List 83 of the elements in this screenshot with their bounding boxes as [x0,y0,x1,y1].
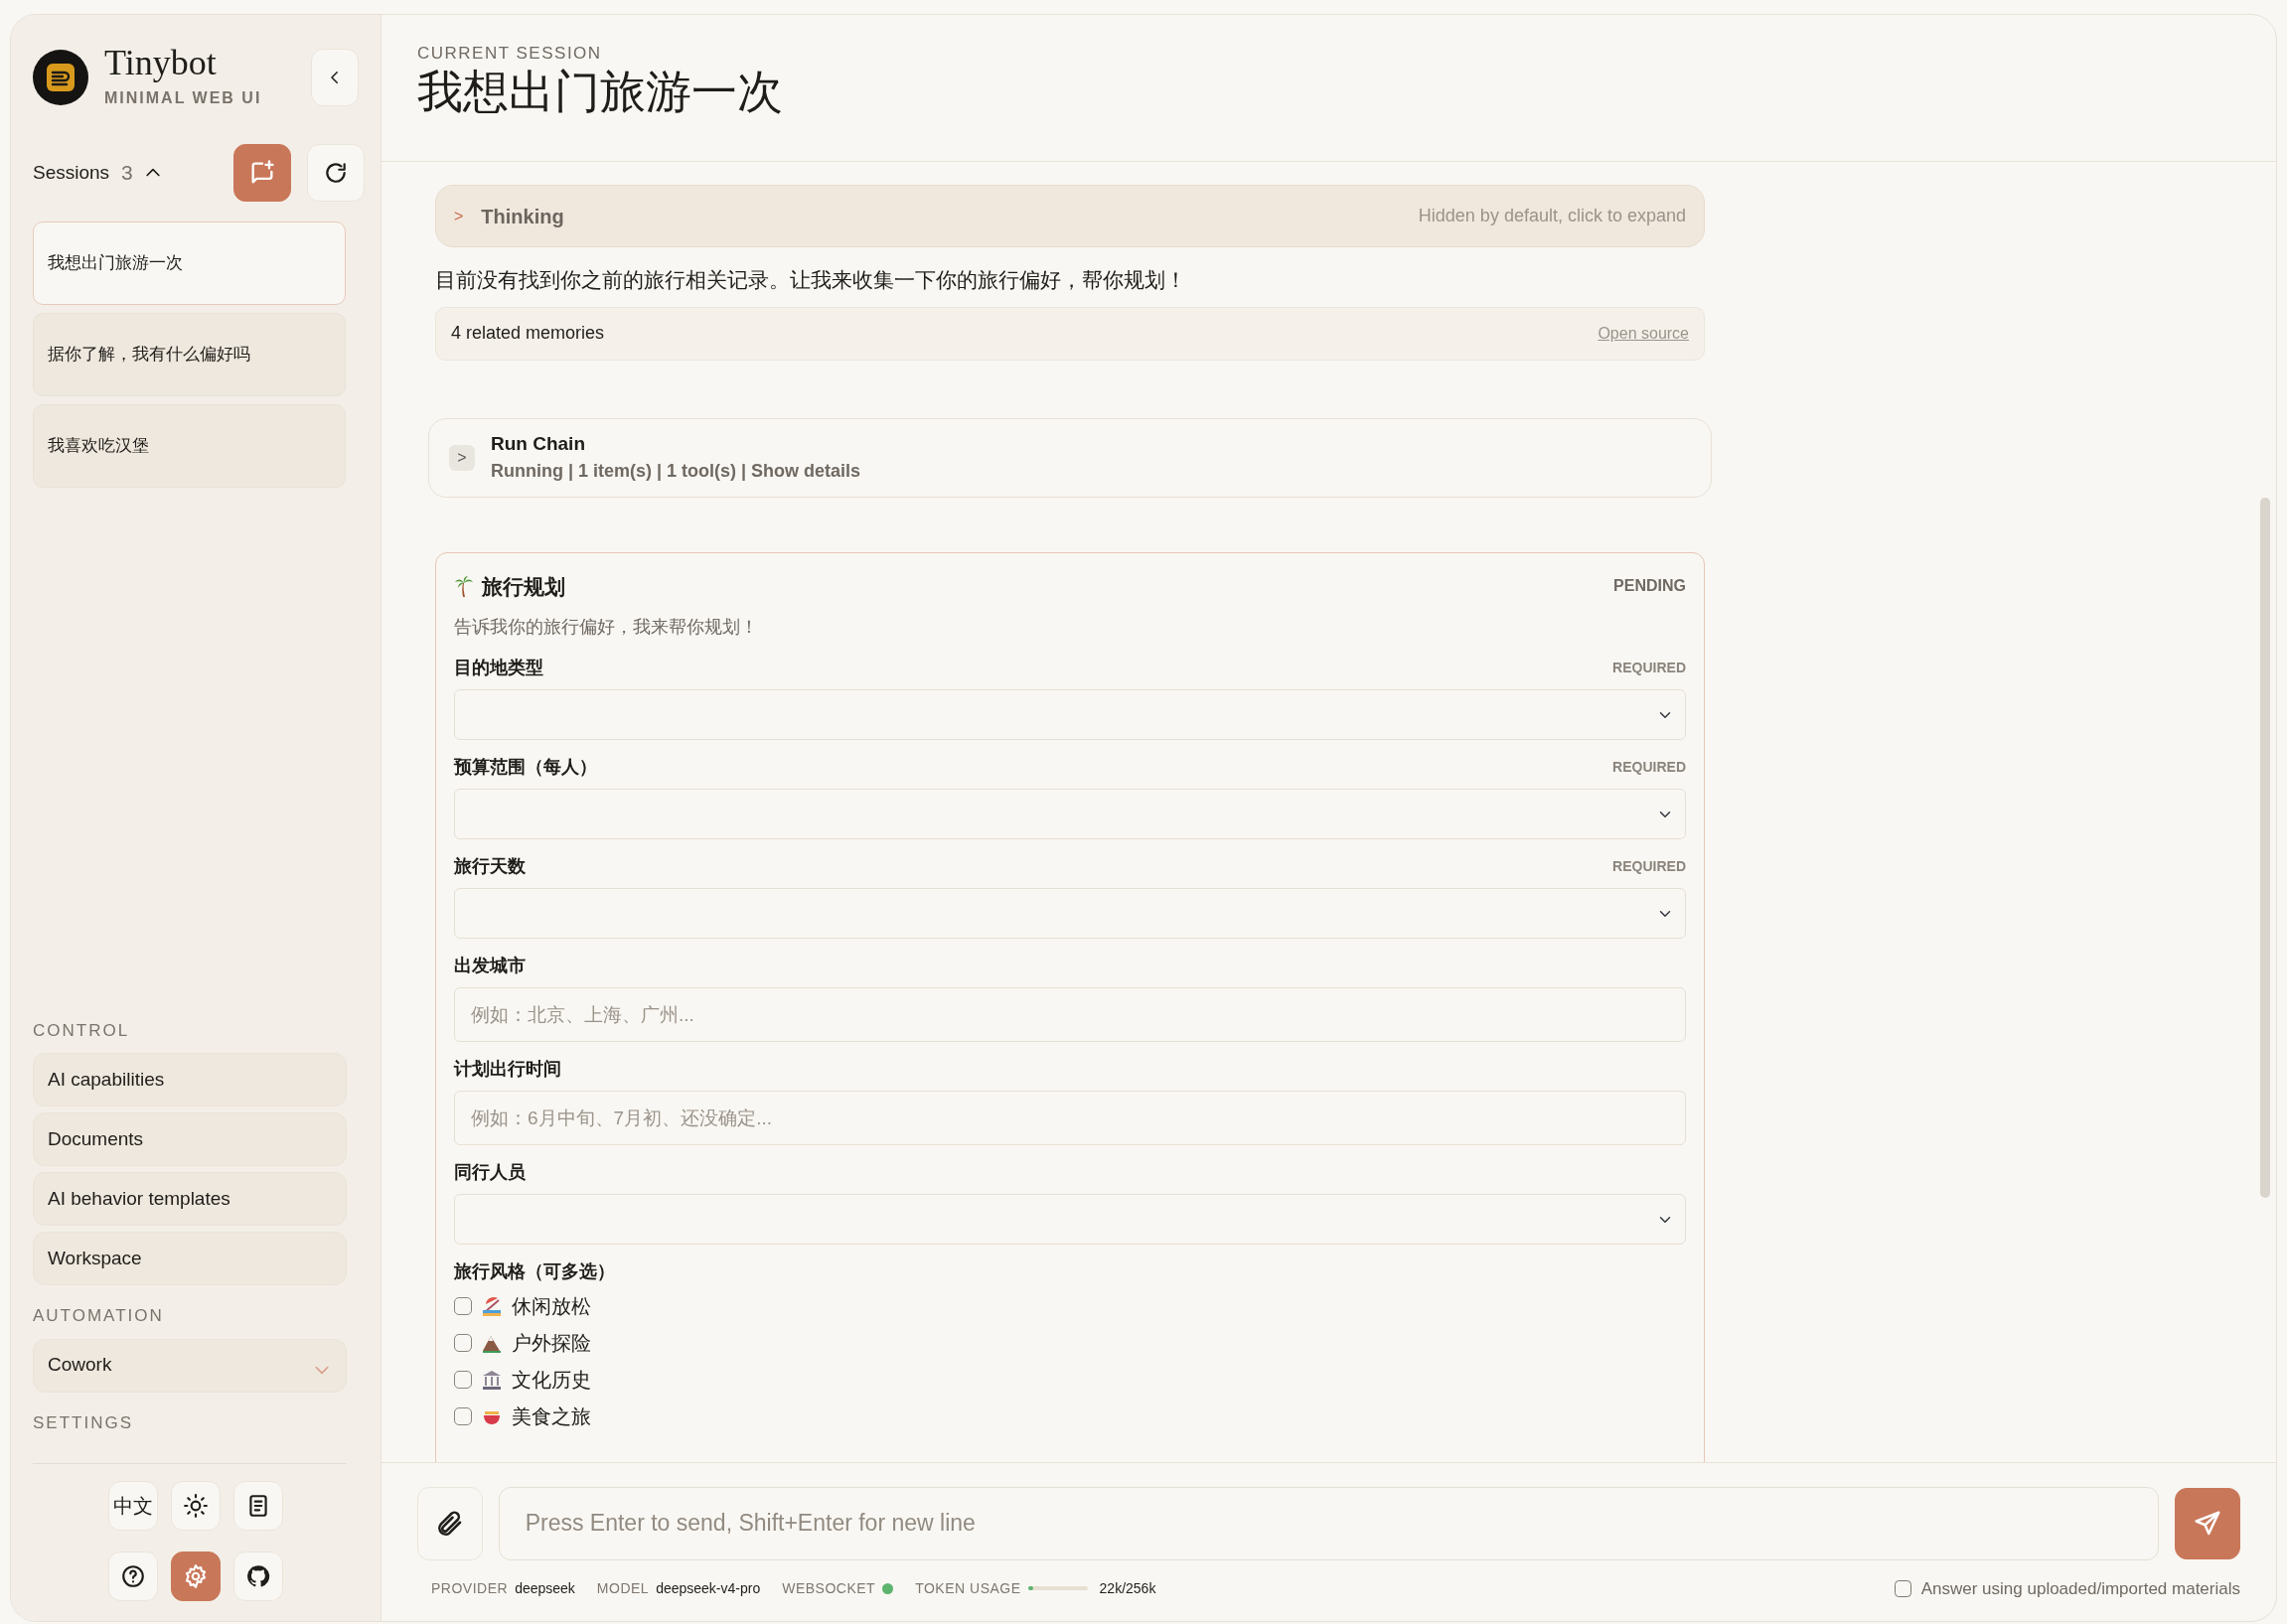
app-subtitle: MINIMAL WEB UI [104,88,262,108]
section-heading: CONTROL [33,1019,131,1042]
checkbox[interactable] [454,1296,472,1315]
thinking-panel[interactable]: > Thinking Hidden by default, click to expand [435,185,1705,247]
status-label: WEBSOCKET [782,1578,876,1598]
expand-button[interactable]: > [449,444,475,471]
checkbox[interactable] [1894,1579,1911,1597]
sun-icon [183,1493,209,1519]
dropdown-field[interactable] [454,789,1686,840]
palm-tree-icon [454,575,474,598]
sessions-label: Sessions [33,160,110,185]
option-label: 休闲放松 [512,1293,591,1319]
run-chain-status: Running | 1 item(s) | 1 tool(s) | Show details [491,460,861,484]
app-name: Tinybot [104,45,218,80]
logo-icon [33,50,88,105]
text-field[interactable]: 例如：6月中旬、7月初、还没确定... [454,1091,1686,1146]
field-label: 旅行风格（可多选） [454,1260,615,1284]
section-label: CURRENT SESSION [417,43,603,65]
checkbox[interactable] [454,1333,472,1352]
cat-icon [245,1563,271,1589]
thinking-label: Thinking [481,204,564,229]
theme-button[interactable] [171,1481,221,1531]
memories-label: 4 related memories [451,322,605,346]
github-button[interactable] [233,1551,283,1601]
help-icon [120,1563,146,1589]
option-icon [482,1368,502,1391]
option-label: 户外探险 [512,1330,591,1356]
nav-item[interactable]: AI capabilities [33,1053,347,1107]
settings-button[interactable] [171,1551,221,1601]
section-heading: SETTINGS [33,1411,134,1434]
settings-icon [183,1563,209,1589]
refresh-icon [323,160,349,186]
option-label: 美食之旅 [512,1403,591,1429]
status-label: MODEL [596,1578,650,1598]
dropdown-field[interactable] [454,1194,1686,1246]
refresh-button[interactable] [307,144,365,202]
new-session-button[interactable] [233,144,291,202]
form-description: 告诉我你的旅行偏好，我来帮你规划！ [454,616,759,640]
field-label: 旅行天数 [454,855,526,879]
session-item[interactable]: 我喜欢吃汉堡 [33,404,346,488]
nav-item[interactable]: Workspace [33,1232,347,1285]
form-title: 旅行规划 [482,573,565,600]
docs-button[interactable] [233,1481,283,1531]
text-field[interactable]: 例如：北京、上海、广州... [454,987,1686,1043]
status-value: deepseek-v4-pro [656,1578,761,1598]
run-chain-title: Run Chain [491,431,586,456]
field-label: 计划出行时间 [454,1058,561,1082]
toggle-marker: > [454,206,464,226]
dropdown-field[interactable] [454,888,1686,940]
assistant-message: 目前没有找到你之前的旅行相关记录。让我来收集一下你的旅行偏好，帮你规划！ [435,267,1187,293]
section-heading: AUTOMATION [33,1305,165,1327]
status-value: deepseek [515,1578,575,1598]
field-label: 同行人员 [454,1161,526,1185]
field-label: 目的地类型 [454,657,543,680]
help-button[interactable] [108,1551,158,1601]
required-tag: REQUIRED [1612,856,1686,878]
session-count: 3 [121,160,133,187]
thinking-hint: Hidden by default, click to expand [1418,205,1686,227]
nav-item[interactable]: Documents [33,1112,347,1166]
nav-dropdown[interactable]: Cowork [33,1338,347,1393]
form-status: PENDING [1613,576,1686,597]
required-tag: REQUIRED [1612,658,1686,679]
field-label: 预算范围（每人） [454,756,597,780]
required-tag: REQUIRED [1612,757,1686,779]
scrollbar-thumb[interactable] [2260,498,2270,1198]
field-label: 出发城市 [454,955,526,978]
send-button[interactable] [2175,1487,2240,1559]
dropdown-field[interactable] [454,689,1686,741]
option-label: Answer using uploaded/imported materials [1920,1577,2240,1600]
message-input[interactable]: Press Enter to send, Shift+Enter for new line [498,1486,2160,1560]
session-title: 我想出门旅游一次 [417,66,784,119]
status-label: TOKEN USAGE [915,1578,1021,1598]
language-button[interactable]: 中文 [108,1481,158,1531]
session-item[interactable]: 据你了解，我有什么偏好吗 [33,313,346,396]
checkbox[interactable] [454,1406,472,1425]
option-icon [482,1294,502,1317]
session-item[interactable]: 我想出门旅游一次 [33,221,346,305]
checkbox[interactable] [454,1370,472,1389]
attach-button[interactable] [417,1486,483,1560]
status-value: 22k/256k [1099,1578,1156,1598]
option-label: 文化历史 [512,1367,591,1393]
status-label: PROVIDER [431,1578,509,1598]
nav-item[interactable]: AI behavior templates [33,1172,347,1226]
